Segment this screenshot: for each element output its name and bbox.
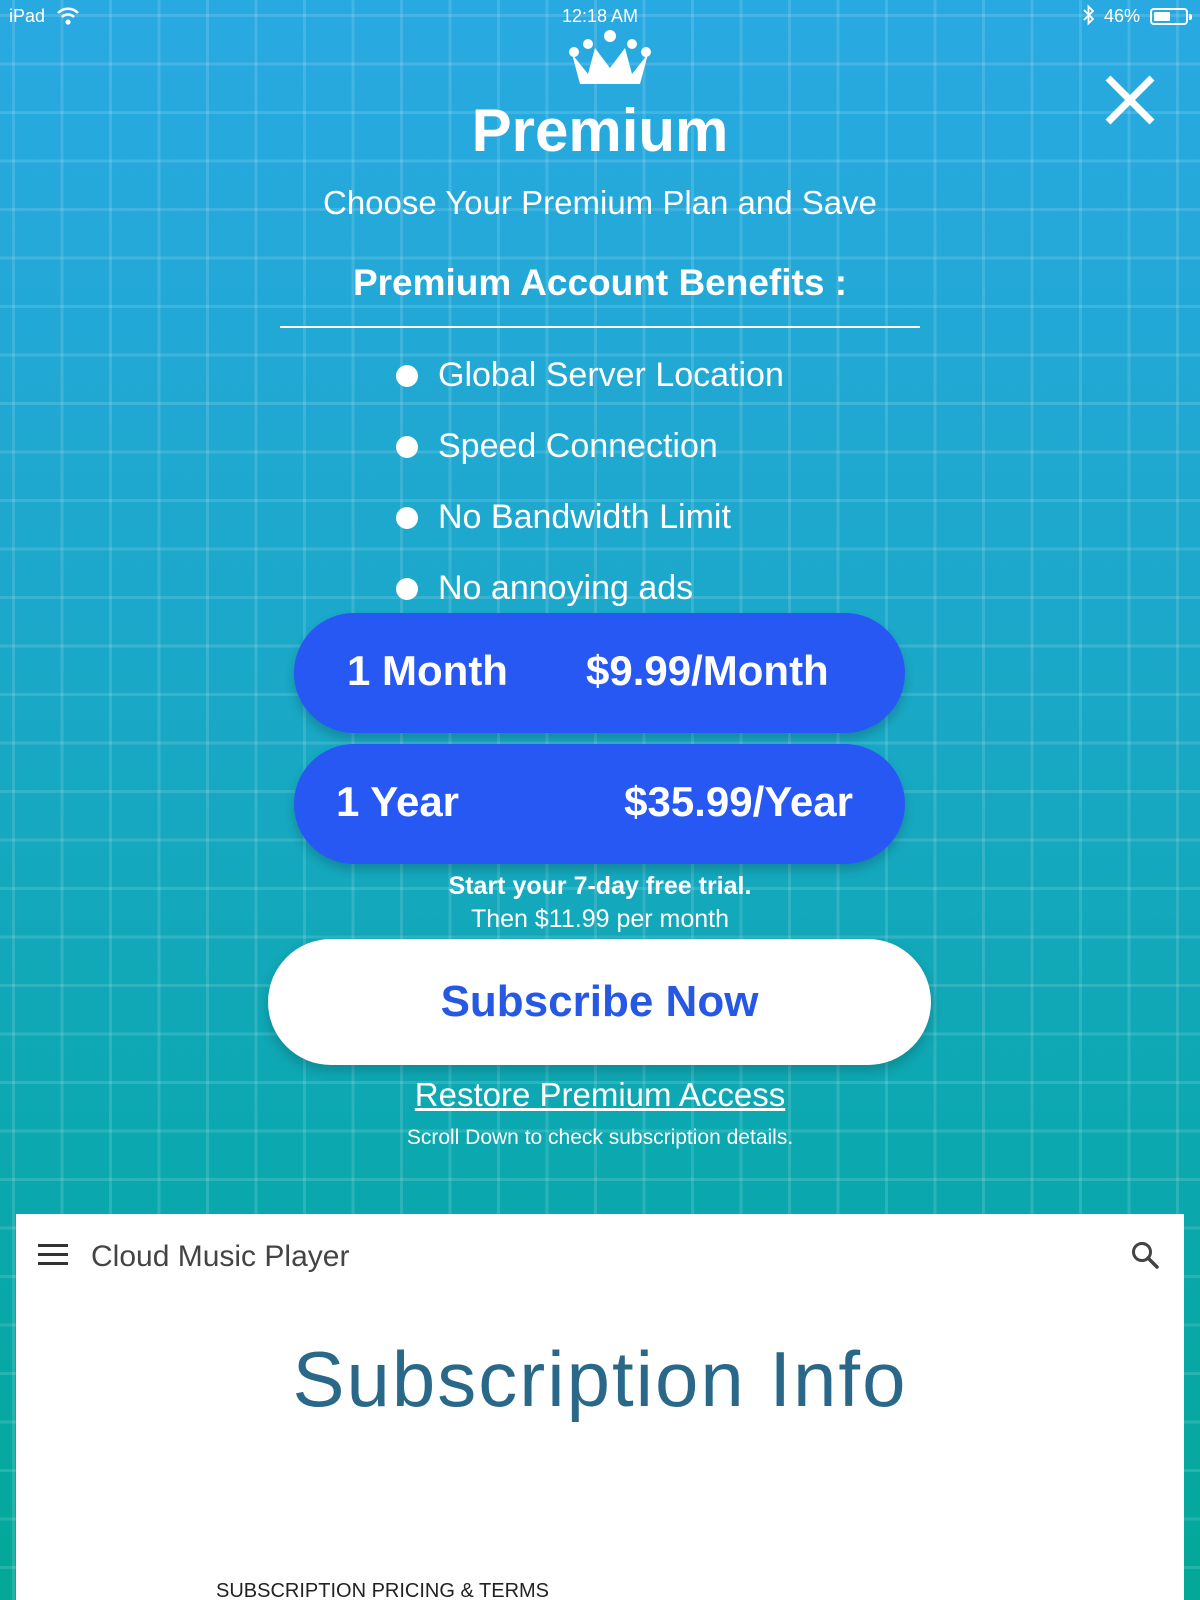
benefit-item: No Bandwidth Limit (396, 494, 784, 565)
search-icon[interactable] (1130, 1240, 1160, 1270)
trial-headline: Start your 7-day free trial. (448, 872, 752, 900)
benefits-heading: Premium Account Benefits : (352, 262, 848, 303)
site-title: Cloud Music Player (91, 1240, 350, 1273)
benefit-label: No annoying ads (438, 569, 694, 607)
subscription-info-heading: Subscription Info (292, 1335, 908, 1423)
plan-yearly-button[interactable]: 1 Year $35.99/Year (294, 744, 905, 864)
bullet-icon (396, 365, 418, 387)
section-label: SUBSCRIPTION PRICING & TERMS (216, 1580, 550, 1600)
subscribe-now-button[interactable]: Subscribe Now (268, 939, 931, 1065)
benefit-item: Global Server Location (396, 352, 784, 423)
benefit-label: Global Server Location (438, 356, 784, 394)
benefit-label: Speed Connection (438, 427, 718, 465)
page-subtitle: Choose Your Premium Plan and Save (322, 184, 877, 221)
bullet-icon (396, 436, 418, 458)
plan-price: $9.99/Month (586, 647, 829, 694)
plan-name: 1 Year (336, 778, 460, 825)
restore-premium-link[interactable]: Restore Premium Access (0, 1076, 1200, 1114)
page-title: Premium (471, 97, 729, 164)
benefits-list: Global Server Location Speed Connection … (396, 352, 784, 636)
plan-price: $35.99/Year (624, 778, 853, 825)
battery-icon (1150, 8, 1192, 25)
status-time: 12:18 AM (561, 6, 639, 26)
plan-monthly-button[interactable]: 1 Month $9.99/Month (294, 613, 905, 733)
divider (280, 326, 920, 328)
hamburger-menu-icon[interactable] (38, 1244, 68, 1266)
crown-icon (569, 30, 651, 84)
trial-then-text: Then $11.99 per month (470, 905, 730, 933)
benefit-item: Speed Connection (396, 423, 784, 494)
scroll-hint: Scroll Down to check subscription detail… (406, 1126, 794, 1149)
web-content-card: Cloud Music Player Subscription Info SUB… (16, 1214, 1184, 1600)
bullet-icon (396, 507, 418, 529)
battery-percent: 46% (1104, 6, 1141, 26)
bullet-icon (396, 578, 418, 600)
status-bar: iPad 12:18 AM 46% (0, 0, 1200, 32)
benefit-label: No Bandwidth Limit (438, 498, 731, 536)
bluetooth-icon (1083, 4, 1095, 26)
plan-name: 1 Month (347, 647, 508, 694)
